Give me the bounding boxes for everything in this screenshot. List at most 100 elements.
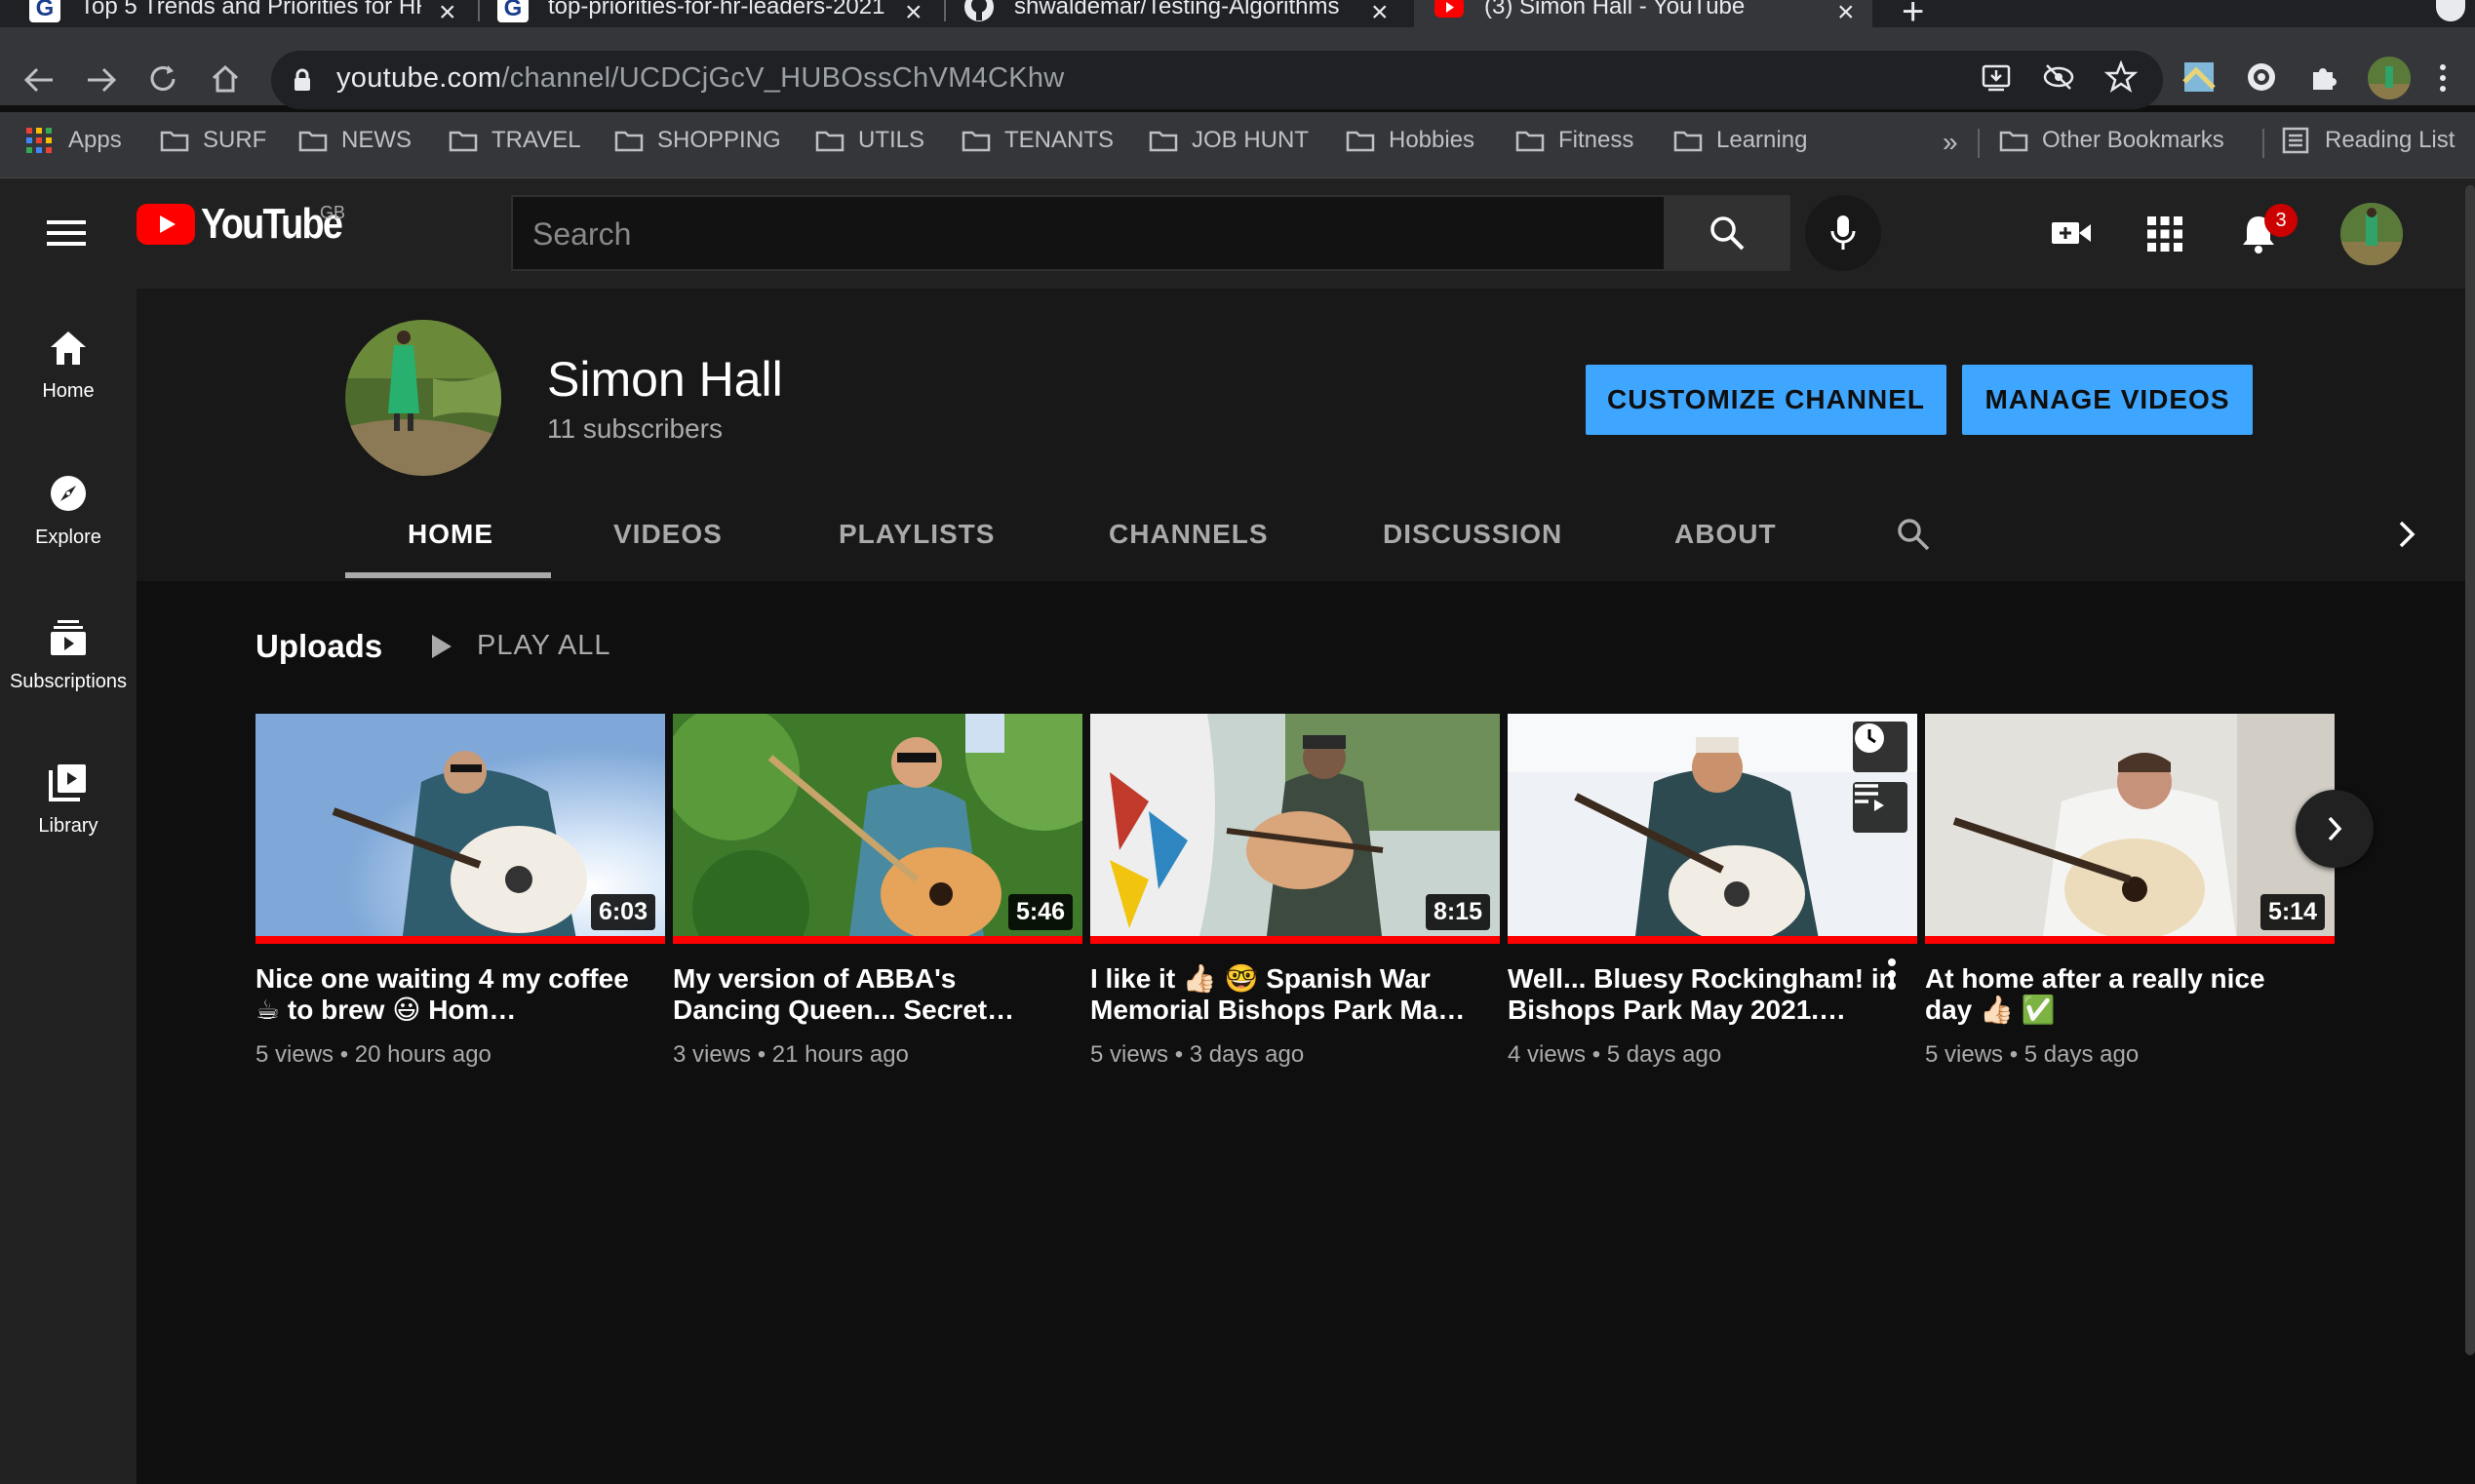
tab-playlists[interactable]: PLAYLISTS xyxy=(839,519,995,550)
watch-later-button[interactable] xyxy=(1853,722,1907,772)
bookmark-label: UTILS xyxy=(858,127,925,153)
reading-list-button[interactable]: Reading List xyxy=(2282,127,2455,154)
search-input[interactable]: Search xyxy=(511,195,1666,271)
bookmark-folder[interactable]: NEWS xyxy=(298,127,412,154)
view-count: 5 views xyxy=(1925,1041,2004,1068)
video-card[interactable]: 5:46 My version of ABBA's Dancing Queen.… xyxy=(673,714,1082,1069)
tab-videos[interactable]: VIDEOS xyxy=(613,519,723,550)
tab-home[interactable]: HOME xyxy=(408,519,493,550)
bookmark-label: NEWS xyxy=(341,127,412,153)
bookmark-folder[interactable]: SURF xyxy=(160,127,266,154)
folder-icon xyxy=(1673,131,1703,152)
video-actions-menu-icon[interactable] xyxy=(1886,957,1898,991)
watched-progress-bar xyxy=(1508,936,1917,944)
folder-icon xyxy=(962,131,991,152)
view-count: 4 views xyxy=(1508,1041,1587,1068)
channel-name: Simon Hall xyxy=(547,352,783,407)
bookmark-folder[interactable]: TRAVEL xyxy=(449,127,581,154)
video-thumbnail[interactable]: 8:15 xyxy=(1090,714,1500,944)
browser-tab[interactable]: G top-priorities-for-hr-leaders-2021 × xyxy=(497,0,936,27)
video-card[interactable]: 6:03 Nice one waiting 4 my coffee ☕ to b… xyxy=(255,714,665,1069)
svg-text:G: G xyxy=(36,0,55,21)
bookmark-folder[interactable]: TENANTS xyxy=(962,127,1114,154)
play-icon xyxy=(432,634,452,658)
eye-off-icon[interactable] xyxy=(2042,60,2075,94)
tab-about[interactable]: ABOUT xyxy=(1674,519,1777,550)
channel-search-icon[interactable] xyxy=(1896,517,1931,552)
browser-tab[interactable]: G Top 5 Trends and Priorities for HR × xyxy=(29,0,468,27)
tab-channels[interactable]: CHANNELS xyxy=(1109,519,1269,550)
close-tab-icon[interactable]: × xyxy=(439,0,456,27)
bookmark-folder[interactable]: Fitness xyxy=(1515,127,1633,154)
bookmark-apps[interactable]: Apps xyxy=(25,127,122,154)
bookmark-folder[interactable]: UTILS xyxy=(815,127,924,154)
hamburger-menu-icon[interactable] xyxy=(47,218,86,248)
video-card[interactable]: 5:14 At home after a really nice day 👍🏻 … xyxy=(1925,714,2335,1069)
browser-tab-active[interactable]: (3) Simon Hall - YouTube × xyxy=(1414,0,1872,27)
bookmark-other[interactable]: Other Bookmarks xyxy=(1999,127,2224,154)
page-scrollbar[interactable] xyxy=(2465,185,2475,1355)
upload-age: 21 hours ago xyxy=(771,1041,909,1068)
browser-menu-icon[interactable] xyxy=(2438,62,2448,94)
video-title[interactable]: At home after a really nice day 👍🏻 ✅ xyxy=(1925,963,2315,1026)
add-to-queue-button[interactable] xyxy=(1853,782,1907,833)
folder-icon xyxy=(614,131,644,152)
video-title[interactable]: I like it 👍🏻 🤓 Spanish War Memorial Bish… xyxy=(1090,963,1480,1026)
shelf-next-button[interactable] xyxy=(2296,790,2374,868)
github-icon xyxy=(964,0,994,21)
manage-videos-button[interactable]: MANAGE VIDEOS xyxy=(1962,365,2253,435)
guide-item-home[interactable]: Home xyxy=(0,330,137,403)
browser-tab[interactable]: shwaldemar/Testing-Algorithms × xyxy=(963,0,1402,27)
video-thumbnail[interactable]: 5:14 xyxy=(1925,714,2335,944)
bookmark-label: SURF xyxy=(203,127,267,153)
close-tab-icon[interactable]: × xyxy=(905,0,923,27)
guide-item-subscriptions[interactable]: Subscriptions xyxy=(0,618,137,693)
account-avatar[interactable] xyxy=(2340,203,2403,265)
search-button[interactable] xyxy=(1664,195,1790,271)
create-video-icon[interactable] xyxy=(2050,218,2093,248)
tab-discussion[interactable]: DISCUSSION xyxy=(1383,519,1562,550)
star-icon[interactable] xyxy=(2104,60,2138,94)
map-extension-icon[interactable] xyxy=(2182,60,2216,94)
tabs-next-chevron-icon[interactable] xyxy=(2395,519,2418,550)
video-title[interactable]: Nice one waiting 4 my coffee ☕ to brew 😃… xyxy=(255,963,646,1026)
bookmark-folder[interactable]: Learning xyxy=(1673,127,1807,154)
video-title[interactable]: My version of ABBA's Dancing Queen... Se… xyxy=(673,963,1063,1026)
home-icon xyxy=(51,332,86,365)
install-app-icon[interactable] xyxy=(1980,60,2013,94)
clock-icon xyxy=(1855,723,1884,753)
browser-profile-avatar[interactable] xyxy=(2368,57,2411,99)
bookmark-folder[interactable]: SHOPPING xyxy=(614,127,781,154)
customize-channel-button[interactable]: CUSTOMIZE CHANNEL xyxy=(1586,365,1946,435)
video-thumbnail[interactable]: 5:46 xyxy=(673,714,1082,944)
reload-icon[interactable] xyxy=(146,62,179,96)
uploads-heading[interactable]: Uploads xyxy=(255,628,382,665)
video-card[interactable]: 8:15 I like it 👍🏻 🤓 Spanish War Memorial… xyxy=(1090,714,1500,1069)
play-all-button[interactable]: PLAY ALL xyxy=(430,630,611,662)
url-text[interactable]: youtube.com/channel/UCDCjGcV_HUBOssChVM4… xyxy=(336,62,1065,95)
compass-icon xyxy=(51,476,86,511)
home-browser-icon[interactable] xyxy=(209,62,242,96)
video-title[interactable]: Well... Bluesy Rockingham! in Bishops Pa… xyxy=(1508,963,1898,1026)
close-tab-icon[interactable]: × xyxy=(1371,0,1389,27)
video-thumbnail[interactable] xyxy=(1508,714,1917,944)
lock-icon[interactable] xyxy=(293,68,312,92)
bookmark-folder[interactable]: Hobbies xyxy=(1346,127,1474,154)
back-icon[interactable] xyxy=(21,64,57,96)
channel-avatar[interactable] xyxy=(345,320,501,476)
guide-item-library[interactable]: Library xyxy=(0,762,137,838)
puzzle-icon[interactable] xyxy=(2307,60,2340,94)
forward-icon[interactable] xyxy=(84,64,119,96)
bookmark-folder[interactable]: JOB HUNT xyxy=(1149,127,1309,154)
apps-icon[interactable] xyxy=(2147,216,2182,252)
video-card[interactable]: Well... Bluesy Rockingham! in Bishops Pa… xyxy=(1508,714,1917,1069)
voice-search-button[interactable] xyxy=(1805,195,1881,271)
extension-circle-icon[interactable] xyxy=(2245,60,2278,94)
tab-search-button[interactable] xyxy=(2436,0,2465,21)
close-tab-icon[interactable]: × xyxy=(1837,0,1855,27)
video-thumbnail[interactable]: 6:03 xyxy=(255,714,665,944)
folder-icon xyxy=(1999,131,2028,152)
queue-icon xyxy=(1855,784,1884,811)
more-bookmarks-button[interactable]: » xyxy=(1943,127,1958,158)
guide-item-explore[interactable]: Explore xyxy=(0,474,137,549)
